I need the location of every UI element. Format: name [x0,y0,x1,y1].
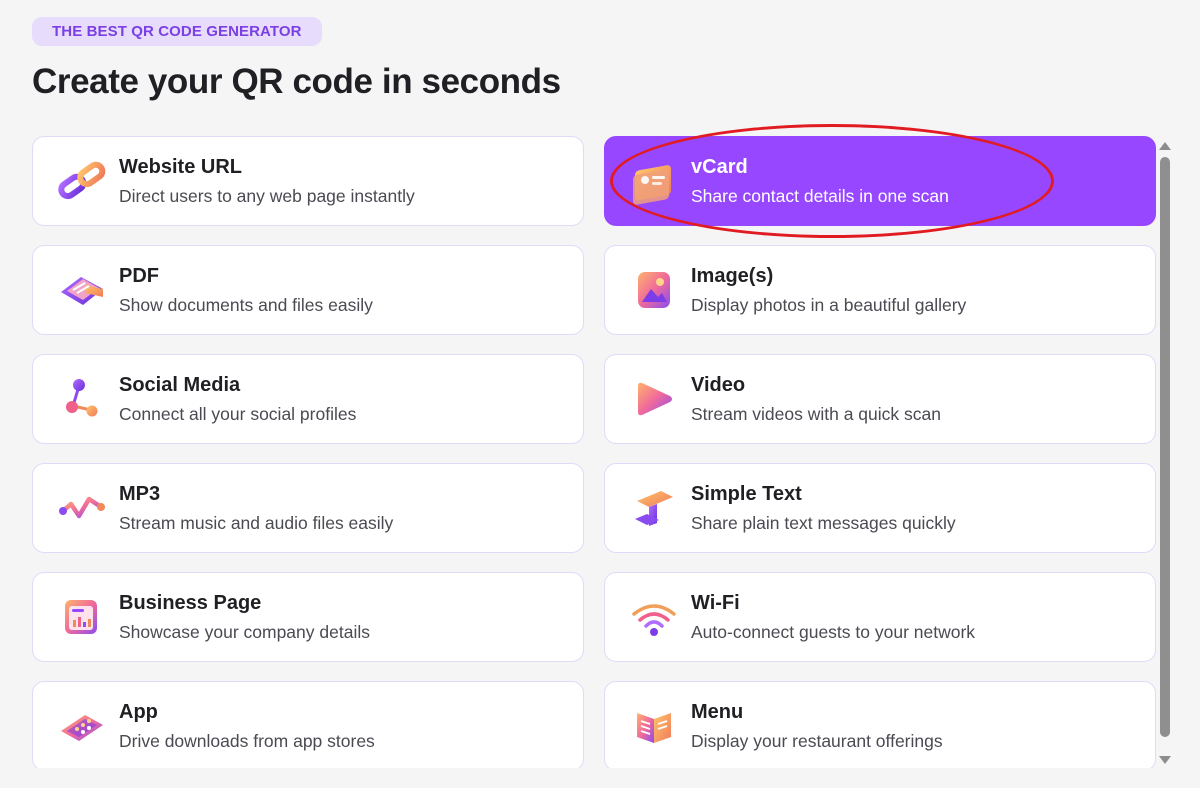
qr-type-list: Website URL Direct users to any web page… [0,134,1160,768]
card-title: Wi-Fi [691,591,740,614]
menu-book-icon [627,699,681,753]
card-description: Connect all your social profiles [119,403,357,424]
card-app[interactable]: App Drive downloads from app stores [32,681,584,768]
share-nodes-icon [55,372,109,426]
link-icon [55,154,109,208]
card-title: Video [691,373,746,396]
card-description: Stream videos with a quick scan [691,403,941,424]
card-title: Menu [691,700,744,723]
card-title: Website URL [119,155,242,178]
card-vcard[interactable]: vCard Share contact details in one scan [604,136,1156,226]
card-description: Auto-connect guests to your network [691,621,976,642]
scrollbar[interactable] [1158,140,1172,766]
qr-type-grid: Website URL Direct users to any web page… [32,136,1156,768]
card-description: Drive downloads from app stores [119,730,375,751]
card-description: Direct users to any web page instantly [119,185,415,206]
card-title: Image(s) [691,264,774,287]
card-wifi[interactable]: Wi-Fi Auto-connect guests to your networ… [604,572,1156,662]
page-title: Create your QR code in seconds [32,62,561,101]
card-title: App [119,700,158,723]
card-pdf[interactable]: PDF Show documents and files easily [32,245,584,335]
card-title: Simple Text [691,482,802,505]
card-video[interactable]: Video Stream videos with a quick scan [604,354,1156,444]
card-title: vCard [691,155,748,178]
card-title: MP3 [119,482,161,505]
header-badge: THE BEST QR CODE GENERATOR [32,17,322,46]
card-description: Display your restaurant offerings [691,730,943,751]
text-icon [627,481,681,535]
card-social-media[interactable]: Social Media Connect all your social pro… [32,354,584,444]
audio-wave-icon [55,481,109,535]
card-website-url[interactable]: Website URL Direct users to any web page… [32,136,584,226]
image-icon [627,263,681,317]
card-title: Business Page [119,591,262,614]
card-description: Display photos in a beautiful gallery [691,294,967,315]
card-simple-text[interactable]: Simple Text Share plain text messages qu… [604,463,1156,553]
card-description: Share contact details in one scan [691,185,949,206]
wifi-icon [627,590,681,644]
card-mp3[interactable]: MP3 Stream music and audio files easily [32,463,584,553]
card-description: Stream music and audio files easily [119,512,394,533]
play-icon [627,372,681,426]
scrollbar-thumb[interactable] [1160,157,1170,737]
business-page-icon [55,590,109,644]
card-menu[interactable]: Menu Display your restaurant offerings [604,681,1156,768]
tablet-app-icon [55,699,109,753]
card-description: Show documents and files easily [119,294,373,315]
scroll-down-arrow-icon[interactable] [1159,756,1171,764]
document-icon [55,263,109,317]
card-title: PDF [119,264,159,287]
contact-card-icon [627,154,681,208]
card-description: Share plain text messages quickly [691,512,956,533]
card-description: Showcase your company details [119,621,370,642]
card-title: Social Media [119,373,241,396]
scroll-up-arrow-icon[interactable] [1159,142,1171,150]
card-business-page[interactable]: Business Page Showcase your company deta… [32,572,584,662]
card-images[interactable]: Image(s) Display photos in a beautiful g… [604,245,1156,335]
